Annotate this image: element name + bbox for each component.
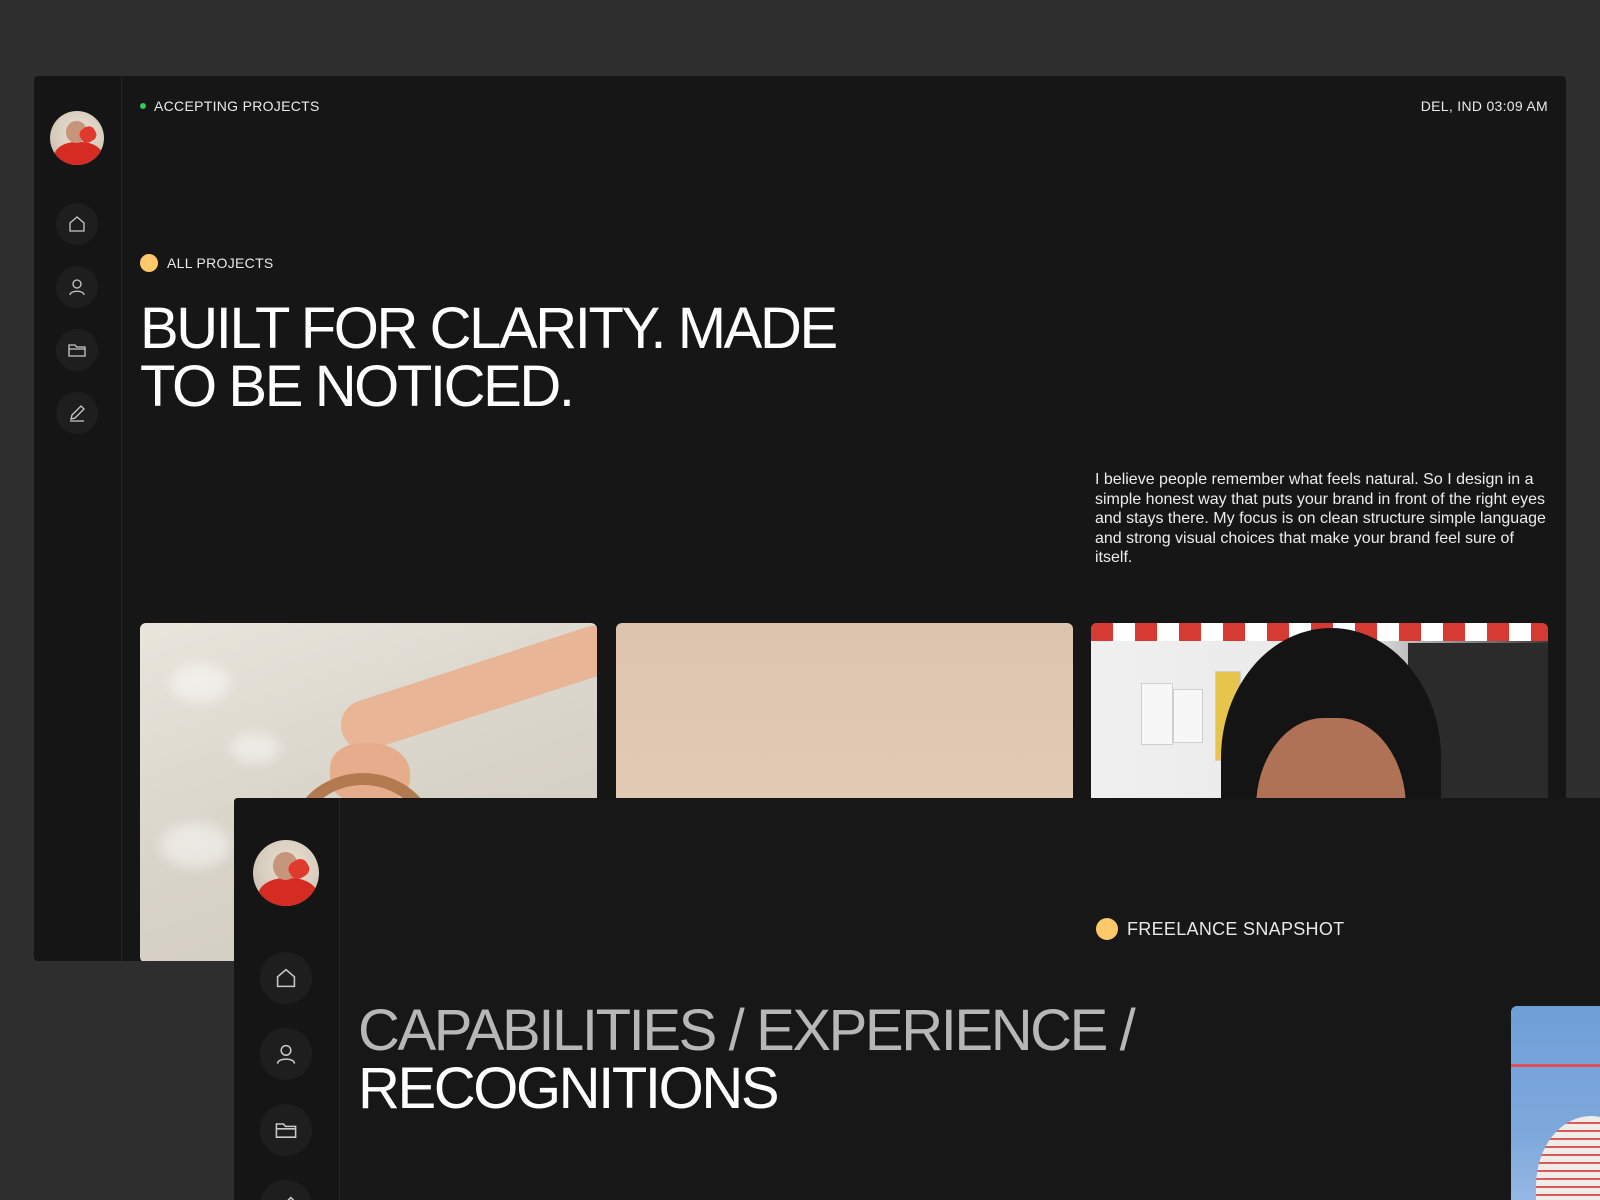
user-icon — [276, 1044, 296, 1064]
nav-projects-button[interactable] — [260, 1104, 312, 1156]
accent-dot — [1096, 918, 1118, 940]
section-label-text: FREELANCE SNAPSHOT — [1127, 918, 1345, 939]
home-icon — [69, 216, 85, 232]
sidebar — [34, 76, 122, 961]
pencil-icon — [70, 405, 85, 422]
sidebar — [234, 798, 340, 1200]
avatar[interactable] — [50, 111, 104, 165]
nav-blog-button[interactable] — [260, 1180, 312, 1200]
user-icon — [69, 279, 85, 296]
snapshot-photo — [1511, 1006, 1600, 1200]
nav-about-button[interactable] — [56, 266, 98, 308]
section-label-text: ALL PROJECTS — [167, 255, 274, 271]
home-icon — [276, 968, 296, 988]
folder-icon — [68, 344, 86, 357]
location-time: DEL, IND 03:09 AM — [1420, 98, 1548, 114]
capabilities-title-strong: RECOGNITIONS — [358, 1056, 780, 1121]
accent-dot — [140, 254, 158, 272]
nav-home-button[interactable] — [56, 203, 98, 245]
nav-home-button[interactable] — [260, 952, 312, 1004]
capabilities-title: CAPABILITIES / EXPERIENCE / RECOGNITIONS — [358, 1002, 1158, 1118]
hero-title: BUILT FOR CLARITY. MADE TO BE NOTICED. — [140, 296, 838, 419]
pencil-icon — [287, 1196, 295, 1200]
intro-paragraph: I believe people remember what feels nat… — [1095, 471, 1546, 567]
nav-projects-button[interactable] — [56, 329, 98, 371]
status-dot — [140, 103, 146, 109]
capabilities-title-muted: CAPABILITIES / EXPERIENCE / — [358, 998, 1136, 1063]
avatar[interactable] — [253, 840, 319, 906]
availability-label: ACCEPTING PROJECTS — [154, 98, 320, 114]
nav-blog-button[interactable] — [56, 392, 98, 434]
availability-status: ACCEPTING PROJECTS — [140, 98, 320, 114]
folder-icon — [275, 1123, 297, 1138]
portfolio-window-snapshot: FREELANCE SNAPSHOT CAPABILITIES / EXPERI… — [234, 798, 1600, 1200]
nav-about-button[interactable] — [260, 1028, 312, 1080]
section-label-all-projects: ALL PROJECTS — [140, 254, 274, 272]
section-label-freelance-snapshot: FREELANCE SNAPSHOT — [1096, 918, 1344, 940]
